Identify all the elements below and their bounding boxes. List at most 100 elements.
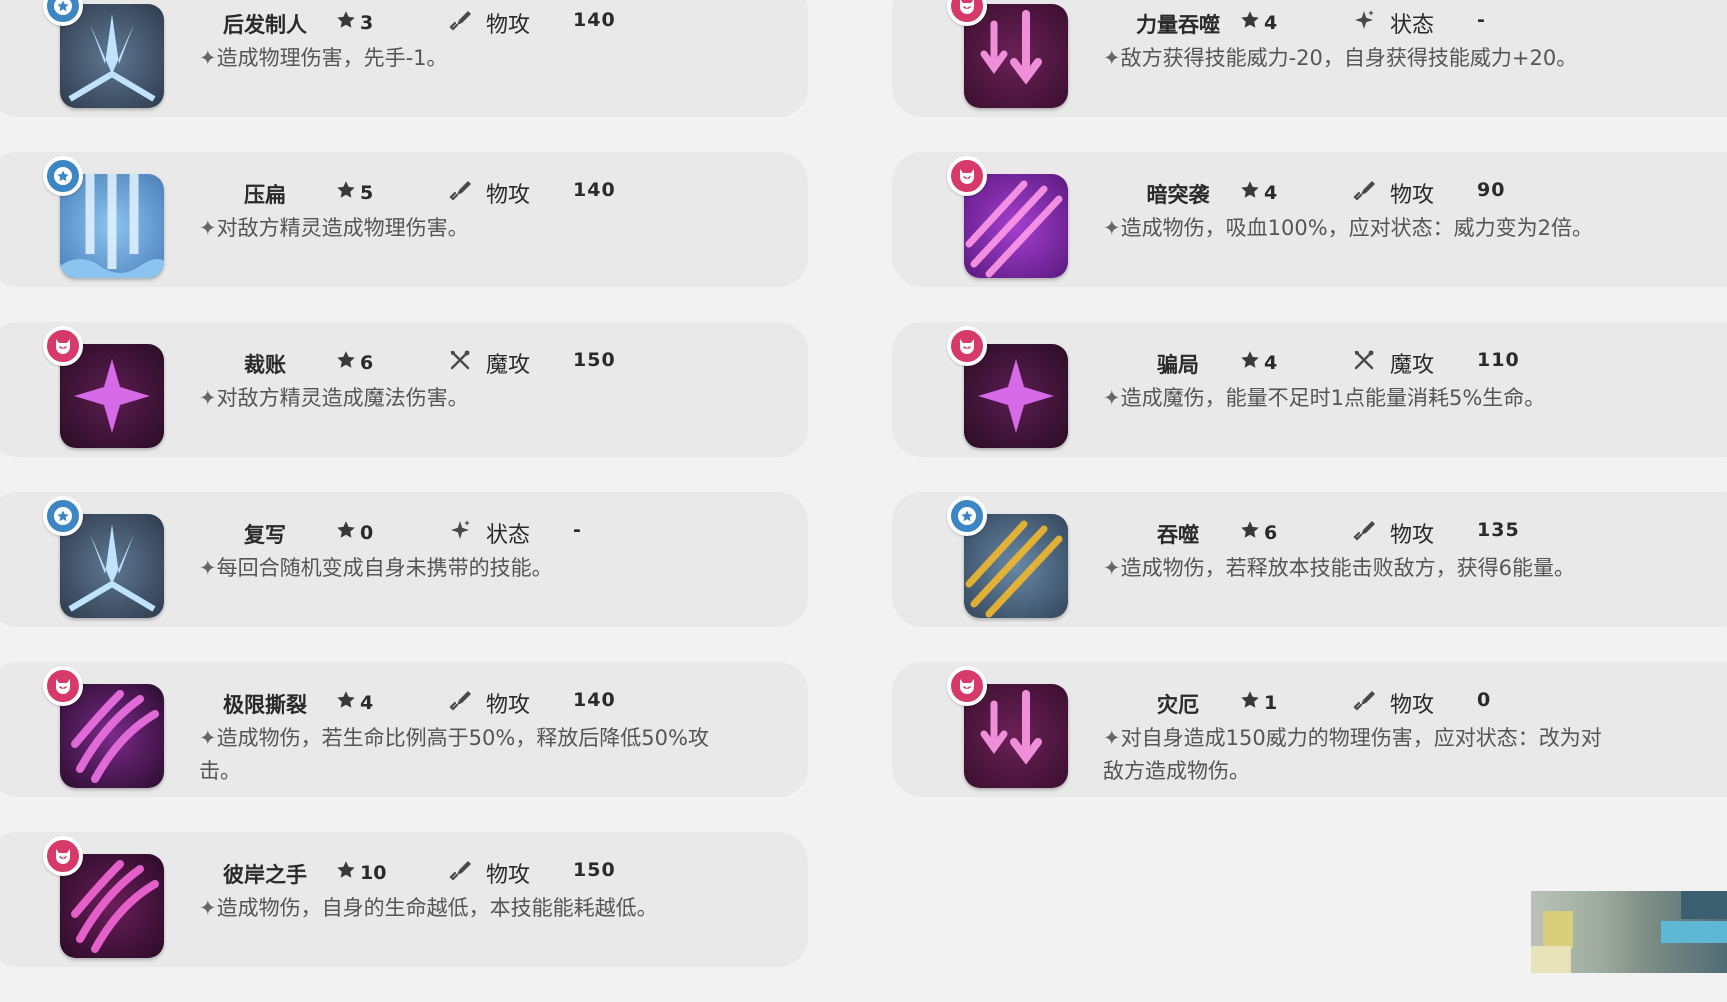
demon-badge-icon (43, 666, 83, 706)
skill-cost-value: 5 (360, 181, 374, 204)
skill-name: 骗局 (1157, 353, 1199, 377)
star-icon (335, 519, 357, 546)
skill-type-label: 魔攻 (486, 353, 531, 378)
skill-name: 暗突袭 (1146, 183, 1210, 207)
skill-type: 物攻 (448, 7, 530, 39)
skill-power: 140 (573, 9, 616, 31)
skill-cost: 4 (1239, 349, 1277, 376)
sword-icon (448, 178, 472, 208)
skill-cost: 4 (1239, 9, 1277, 36)
skill-type: 物攻 (448, 857, 530, 889)
skill-card-3[interactable]: 骗局 4 魔攻 110 ✦造成魔伤，能量不足时1点能量消耗5%生命。 (892, 322, 1727, 457)
magic-cross-icon (1352, 348, 1376, 378)
skill-power: - (1477, 9, 1486, 31)
demon-badge-icon (947, 156, 987, 196)
sword-icon (448, 8, 472, 38)
skill-description: ✦造成物伤，若释放本技能击败敌方，获得6能量。 (1103, 556, 1575, 580)
skill-type: 物攻 (448, 177, 530, 209)
skill-cost-value: 6 (1264, 521, 1278, 544)
skill-power: 140 (573, 689, 616, 711)
skill-card-6[interactable]: 彼岸之手 10 物攻 150 ✦造成物伤，自身的生命越低，本技能能耗越低。 (0, 832, 808, 967)
skill-card-3[interactable]: 裁账 6 魔攻 150 ✦对敌方精灵造成魔法伤害。 (0, 322, 808, 457)
skill-power: 140 (573, 179, 616, 201)
skill-description: ✦对自身造成150威力的物理伤害，应对状态：改为对敌方造成物伤。 (1103, 726, 1602, 783)
skill-name: 极限撕裂 (223, 693, 307, 717)
sparkle-icon (448, 518, 472, 548)
skill-description: ✦造成物伤，吸血100%，应对状态：威力变为2倍。 (1103, 216, 1594, 240)
star-icon (1239, 519, 1261, 546)
skill-description: ✦造成物伤，若生命比例高于50%，释放后降低50%攻击。 (199, 726, 709, 783)
star-icon (335, 349, 357, 376)
skill-cost-value: 1 (1264, 691, 1278, 714)
skill-name: 压扁 (244, 183, 286, 207)
star-badge-icon (947, 496, 987, 536)
skill-power: 110 (1477, 349, 1520, 371)
skill-type-label: 魔攻 (1390, 353, 1435, 378)
demon-badge-icon (947, 666, 987, 706)
skill-cost: 1 (1239, 689, 1277, 716)
skill-card-1[interactable]: 后发制人 3 物攻 140 ✦造成物理伤害，先手-1。 (0, 0, 808, 117)
skill-power: 150 (573, 859, 616, 881)
desc-bullet: ✦ (199, 386, 217, 410)
skill-type-label: 物攻 (486, 693, 531, 718)
skill-list-left: 后发制人 3 物攻 140 ✦造成物理伤害，先手-1。 压扁 5 物攻 140 … (0, 0, 808, 1002)
skill-cost: 4 (1239, 179, 1277, 206)
skill-name: 后发制人 (223, 13, 307, 37)
skill-power: 0 (1477, 689, 1492, 711)
skill-name: 吞噬 (1157, 523, 1199, 547)
skill-type: 物攻 (1352, 687, 1434, 719)
skill-cost-value: 6 (360, 351, 374, 374)
skill-description: ✦敌方获得技能威力-20，自身获得技能威力+20。 (1103, 46, 1578, 70)
star-icon (335, 859, 357, 886)
sword-icon (1352, 688, 1376, 718)
skill-cost-value: 4 (360, 691, 374, 714)
skill-card-4[interactable]: 复写 0 状态 - ✦每回合随机变成自身未携带的技能。 (0, 492, 808, 627)
demon-badge-icon (43, 326, 83, 366)
skill-type-label: 物攻 (1390, 523, 1435, 548)
skill-card-1[interactable]: 力量吞噬 4 状态 - ✦敌方获得技能威力-20，自身获得技能威力+20。 (892, 0, 1727, 117)
skill-card-5[interactable]: 灾厄 1 物攻 0 ✦对自身造成150威力的物理伤害，应对状态：改为对敌方造成物… (892, 662, 1727, 797)
skill-description: ✦每回合随机变成自身未携带的技能。 (199, 556, 553, 580)
skill-power: - (573, 519, 582, 541)
skill-name: 力量吞噬 (1136, 13, 1220, 37)
skill-cost: 5 (335, 179, 373, 206)
skill-list-right: 力量吞噬 4 状态 - ✦敌方获得技能威力-20，自身获得技能威力+20。 暗突… (892, 0, 1727, 832)
skill-cost: 6 (1239, 519, 1277, 546)
skill-card-2[interactable]: 暗突袭 4 物攻 90 ✦造成物伤，吸血100%，应对状态：威力变为2倍。 (892, 152, 1727, 287)
skill-type-label: 物攻 (486, 13, 531, 38)
skill-card-5[interactable]: 极限撕裂 4 物攻 140 ✦造成物伤，若生命比例高于50%，释放后降低50%攻… (0, 662, 808, 797)
skill-cost: 10 (335, 859, 386, 886)
skill-cost-value: 4 (1264, 351, 1278, 374)
skill-type-label: 物攻 (1390, 693, 1435, 718)
skill-type: 物攻 (1352, 177, 1434, 209)
skill-description: ✦造成物伤，自身的生命越低，本技能能耗越低。 (199, 896, 658, 920)
skill-card-2[interactable]: 压扁 5 物攻 140 ✦对敌方精灵造成物理伤害。 (0, 152, 808, 287)
skill-cost-value: 0 (360, 521, 374, 544)
star-icon (335, 9, 357, 36)
skill-name: 灾厄 (1157, 693, 1199, 717)
skill-cost-value: 4 (1264, 181, 1278, 204)
thumbnail-preview[interactable] (1531, 891, 1727, 973)
skill-cost: 3 (335, 9, 373, 36)
skill-type: 状态 (448, 517, 530, 549)
skill-type: 物攻 (1352, 517, 1434, 549)
skill-description: ✦造成魔伤，能量不足时1点能量消耗5%生命。 (1103, 386, 1546, 410)
sword-icon (1352, 178, 1376, 208)
skill-type: 物攻 (448, 687, 530, 719)
skill-cost: 0 (335, 519, 373, 546)
skill-type-label: 物攻 (486, 863, 531, 888)
skill-cost-value: 10 (360, 861, 387, 884)
skill-type-label: 物攻 (486, 183, 531, 208)
skill-card-4[interactable]: 吞噬 6 物攻 135 ✦造成物伤，若释放本技能击败敌方，获得6能量。 (892, 492, 1727, 627)
desc-bullet: ✦ (1103, 726, 1121, 750)
skill-type: 状态 (1352, 7, 1434, 39)
desc-bullet: ✦ (199, 556, 217, 580)
desc-bullet: ✦ (199, 46, 217, 70)
star-icon (335, 689, 357, 716)
star-icon (335, 179, 357, 206)
skill-description: ✦造成物理伤害，先手-1。 (199, 46, 448, 70)
magic-cross-icon (448, 348, 472, 378)
desc-bullet: ✦ (1103, 386, 1121, 410)
skill-type: 魔攻 (1352, 347, 1434, 379)
skill-type-label: 物攻 (1390, 183, 1435, 208)
